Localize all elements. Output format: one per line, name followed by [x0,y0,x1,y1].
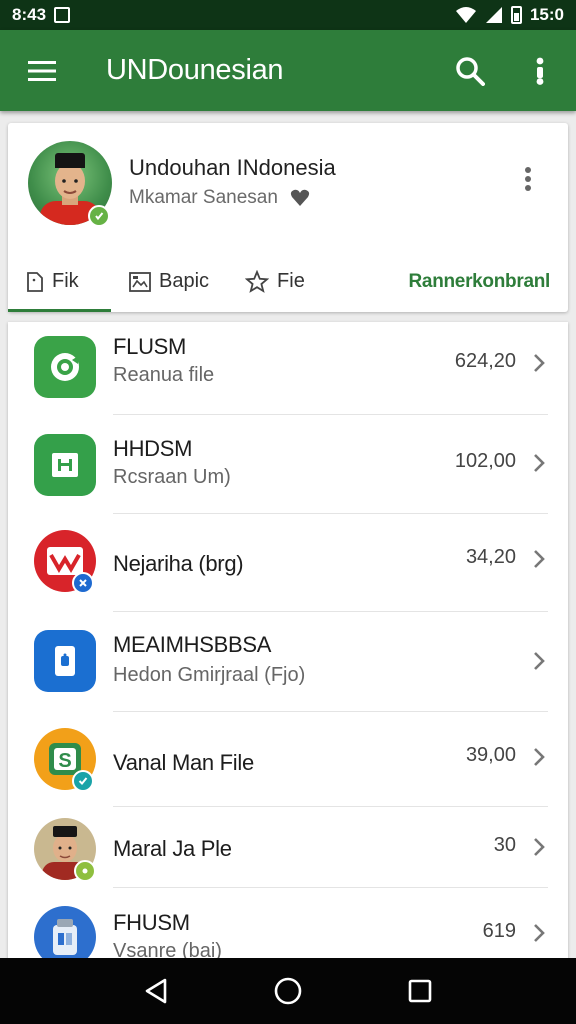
list-item[interactable]: MEAIMHSBBSA Hedon Gmirjraal (Fjo) [8,618,568,714]
profile-subtitle: Mkamar Sanesan [129,187,310,209]
recents-button[interactable] [396,967,444,1015]
svg-text:S: S [58,750,71,772]
verified-badge-icon [88,205,110,227]
item-title: Nejariha (brg) [113,551,244,576]
divider [113,711,548,712]
app-title: UNDounesian [106,54,284,86]
divider [113,611,548,612]
more-vert-icon [525,167,531,191]
item-value: 39,00 [465,744,516,766]
status-right: 15:0 [455,5,564,25]
list-item[interactable]: S Vanal Man File 39,00 [8,718,568,814]
item-value: 619 [482,920,516,942]
item-subtitle: Rcsraan Um) [113,466,231,488]
item-subtitle: Reanua file [113,364,215,386]
chevron-right-icon [534,354,545,372]
chevron-right-icon [534,652,545,670]
file-list: FLUSM Reanua file 624,20 HHDSM Rcsraan U… [8,322,568,962]
status-left: 8:43 [12,5,71,25]
file-icon [27,271,43,292]
search-icon [456,56,485,86]
tab-action-link[interactable]: Rannerkonbranl [409,251,551,312]
back-button[interactable] [132,967,180,1015]
list-item[interactable]: Maral Ja Ple 30 [8,814,568,910]
profile-tabs: Fik Bapic Fie Rannerkonbranl [8,251,568,312]
item-title: HHDSM [113,436,193,461]
chevron-right-icon [534,924,545,942]
notification-icon [54,7,71,23]
item-value: 30 [493,834,516,856]
list-item[interactable]: Nejariha (brg) 34,20 [8,518,568,614]
image-icon [129,271,151,292]
status-bar: 8:43 15:0 [0,0,576,30]
tab-favorites[interactable]: Fie [245,251,305,312]
tab-label: Bapic [159,270,210,292]
phone-icon [34,630,96,692]
item-value: 624,20 [454,350,516,372]
hamburger-icon [28,60,56,81]
item-value: 34,20 [465,546,516,568]
search-button[interactable] [446,47,494,95]
profile-overflow-button[interactable] [504,155,552,203]
signal-icon [485,7,502,23]
badge-icon [72,572,94,594]
overflow-menu-button[interactable] [516,47,564,95]
divider [113,513,548,514]
more-vert-icon [536,57,544,85]
chevron-right-icon [534,550,545,568]
status-time: 8:43 [12,5,47,24]
back-icon [145,978,167,1004]
profile-name: Undouhan INdonesia [129,155,336,180]
chevron-right-icon [534,748,545,766]
divider [113,887,548,888]
item-title: Maral Ja Ple [113,836,232,861]
profile-card: Undouhan INdonesia Mkamar Sanesan Fik Ba… [8,123,568,312]
chevron-right-icon [534,838,545,856]
item-value: 102,00 [454,450,516,472]
tab-basic[interactable]: Bapic [129,251,209,312]
wifi-icon [455,7,476,23]
item-title: FLUSM [113,334,187,359]
profile-subtitle-text: Mkamar Sanesan [129,187,278,208]
battery-icon [510,6,522,24]
chevron-right-icon [534,454,545,472]
system-nav-bar [0,958,576,1024]
recents-icon [408,979,432,1003]
item-title: FHUSM [113,910,190,935]
app-bar: UNDounesian [0,30,576,111]
heart-icon[interactable] [290,189,310,207]
star-icon [245,269,270,293]
status-battery-text: 15:0 [529,5,564,24]
item-title: Vanal Man File [113,750,254,775]
item-title: MEAIMHSBBSA [113,632,272,657]
status-badge-icon [74,860,96,882]
tab-files[interactable]: Fik [8,251,111,312]
list-item[interactable]: FHUSM Vsanre (bai) 619 [8,900,568,962]
home-icon [274,977,302,1005]
tab-label: Fik [52,270,79,292]
item-subtitle: Hedon Gmirjraal (Fjo) [113,664,306,686]
divider [113,806,548,807]
sheet-icon [34,434,96,496]
divider [113,414,548,415]
jar-icon [34,906,96,962]
home-button[interactable] [264,967,312,1015]
check-badge-icon [72,770,94,792]
tab-label: Fie [277,270,305,292]
list-item[interactable]: HHDSM Rcsraan Um) 102,00 [8,422,568,518]
menu-button[interactable] [18,47,66,95]
camera-icon [34,336,96,398]
list-item[interactable]: FLUSM Reanua file 624,20 [8,322,568,418]
